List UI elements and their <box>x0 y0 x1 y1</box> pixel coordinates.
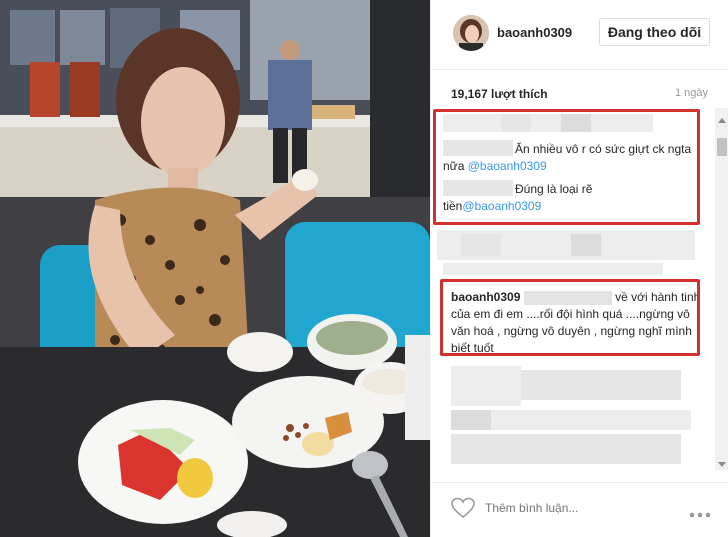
pixelated-comment <box>443 263 663 275</box>
post-age[interactable]: 1 ngày <box>675 87 708 99</box>
add-comment-input[interactable] <box>485 499 665 517</box>
likes-count[interactable]: 19,167 lượt thích <box>451 87 548 101</box>
pixelated-comment <box>451 366 521 406</box>
heart-outline-icon[interactable] <box>451 497 475 519</box>
pixelated-comment <box>491 410 691 430</box>
scroll-up-arrow-icon[interactable] <box>718 118 726 123</box>
avatar[interactable] <box>453 15 489 51</box>
pixelated-comment <box>451 434 681 464</box>
scroll-down-arrow-icon[interactable] <box>718 462 726 467</box>
pixelated-block <box>461 234 501 256</box>
comments-scrollbar[interactable] <box>715 108 728 470</box>
pixelated-block <box>451 410 491 430</box>
pixelated-comment <box>521 370 681 400</box>
following-button[interactable]: Đang theo dõi <box>599 18 710 46</box>
comment-composer <box>431 482 728 537</box>
more-options-icon[interactable] <box>689 505 711 518</box>
pixelated-block <box>571 234 601 256</box>
post-photo <box>0 0 430 537</box>
scrollbar-thumb[interactable] <box>717 138 727 156</box>
highlight-box <box>440 279 700 356</box>
username-link[interactable]: baoanh0309 <box>497 25 572 40</box>
post-side-panel: baoanh0309 Đang theo dõi 19,167 lượt thí… <box>430 0 728 537</box>
post-header: baoanh0309 Đang theo dõi <box>431 0 728 70</box>
highlight-box <box>433 109 700 225</box>
